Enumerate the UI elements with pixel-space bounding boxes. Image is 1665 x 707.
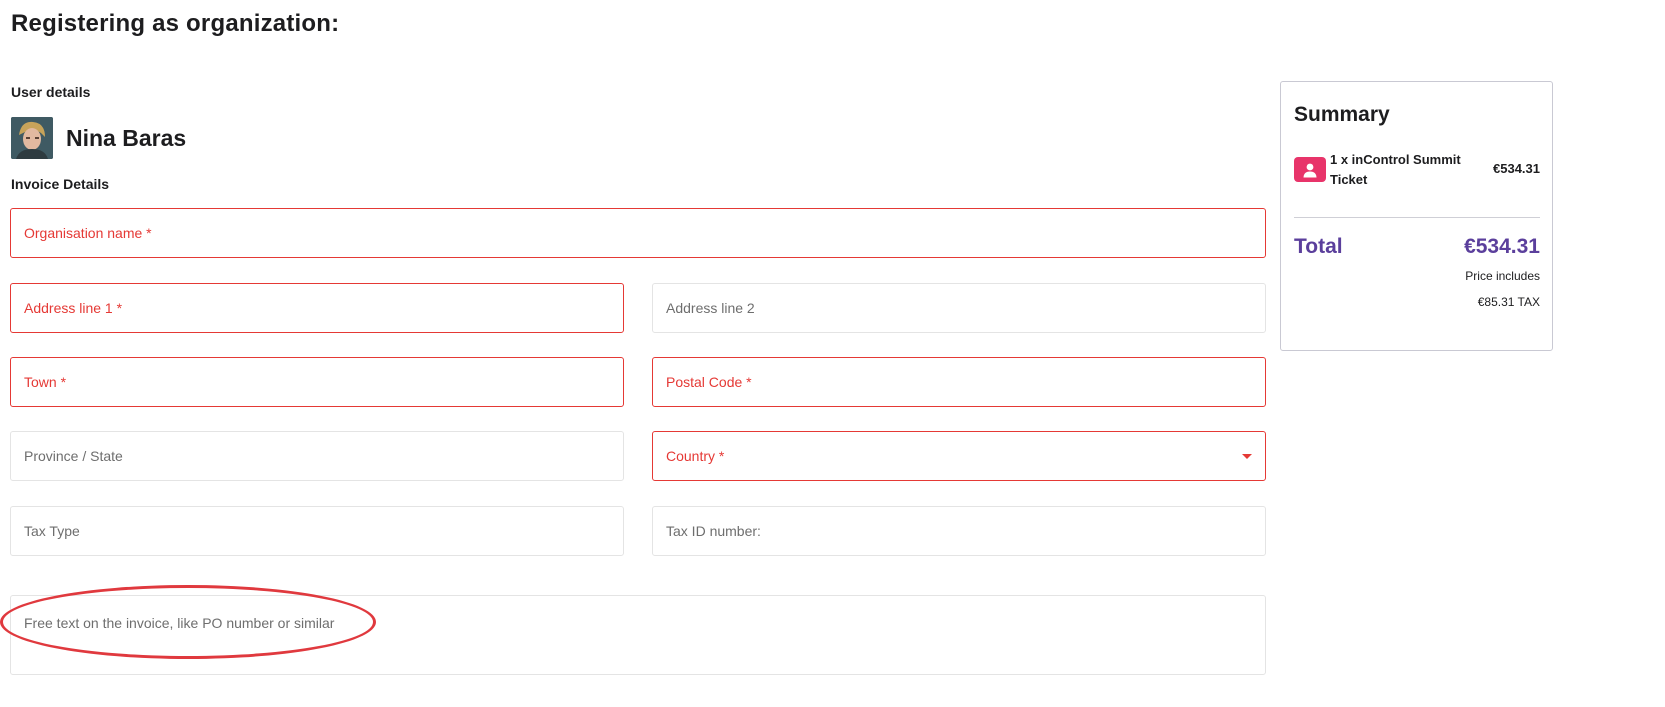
summary-item-price: €534.31 bbox=[1493, 161, 1540, 176]
organisation-name-input[interactable]: Organisation name * bbox=[10, 208, 1266, 258]
tax-id-placeholder: Tax ID number: bbox=[666, 523, 761, 539]
user-row: Nina Baras bbox=[11, 117, 186, 159]
tax-note-line-1: Price includes bbox=[1465, 269, 1540, 283]
invoice-details-label: Invoice Details bbox=[11, 176, 110, 192]
country-placeholder: Country * bbox=[666, 448, 725, 464]
province-state-input[interactable]: Province / State bbox=[10, 431, 624, 481]
tax-id-input[interactable]: Tax ID number: bbox=[652, 506, 1266, 556]
town-input[interactable]: Town * bbox=[10, 357, 624, 407]
chevron-down-icon[interactable] bbox=[1242, 454, 1252, 459]
tax-type-placeholder: Tax Type bbox=[24, 523, 80, 539]
province-state-placeholder: Province / State bbox=[24, 448, 123, 464]
avatar bbox=[11, 117, 53, 159]
free-text-placeholder: Free text on the invoice, like PO number… bbox=[24, 615, 335, 631]
country-select[interactable]: Country * bbox=[652, 431, 1266, 481]
total-value: €534.31 bbox=[1464, 235, 1540, 258]
user-name: Nina Baras bbox=[66, 124, 187, 151]
organisation-name-placeholder: Organisation name * bbox=[24, 225, 152, 241]
address-line-2-placeholder: Address line 2 bbox=[666, 300, 755, 316]
postal-code-placeholder: Postal Code * bbox=[666, 374, 752, 390]
tax-type-input[interactable]: Tax Type bbox=[10, 506, 624, 556]
postal-code-input[interactable]: Postal Code * bbox=[652, 357, 1266, 407]
total-label: Total bbox=[1294, 235, 1343, 258]
town-placeholder: Town * bbox=[24, 374, 67, 390]
address-line-1-input[interactable]: Address line 1 * bbox=[10, 283, 624, 333]
address-line-2-input[interactable]: Address line 2 bbox=[652, 283, 1266, 333]
order-summary-panel: Summary 1 x inControl Summit Ticket €534… bbox=[1280, 81, 1553, 351]
tax-note-line-2: €85.31 TAX bbox=[1477, 295, 1540, 309]
summary-title: Summary bbox=[1294, 103, 1390, 126]
address-line-1-placeholder: Address line 1 * bbox=[24, 300, 123, 316]
summary-divider bbox=[1294, 217, 1540, 218]
person-icon bbox=[1294, 157, 1326, 182]
user-details-label: User details bbox=[11, 84, 91, 100]
summary-item-label: 1 x inControl Summit Ticket bbox=[1330, 152, 1461, 187]
invoice-free-text-input[interactable]: Free text on the invoice, like PO number… bbox=[10, 595, 1266, 675]
page-title: Registering as organization: bbox=[11, 10, 340, 37]
